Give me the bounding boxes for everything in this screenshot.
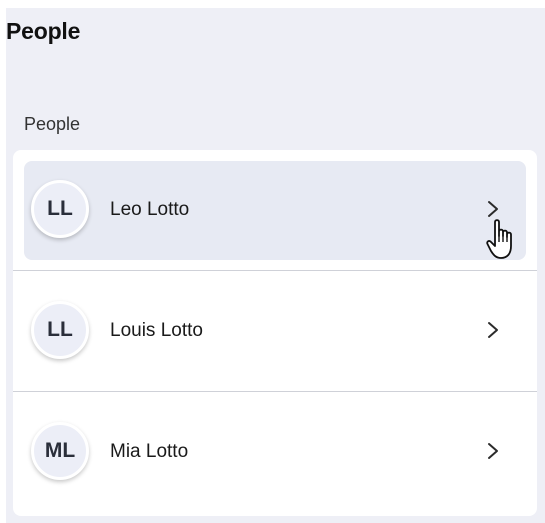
person-name: Leo Lotto xyxy=(110,199,190,220)
person-name: Louis Lotto xyxy=(110,320,203,341)
list-item-mia-lotto[interactable]: ML Mia Lotto xyxy=(13,392,537,512)
section-label: People xyxy=(24,114,81,134)
chevron-right-icon xyxy=(488,322,498,338)
chevron-right-icon xyxy=(488,201,498,217)
person-name: Mia Lotto xyxy=(110,441,189,462)
avatar: ML xyxy=(31,422,89,480)
page-title: People xyxy=(6,18,81,44)
list-item-louis-lotto[interactable]: LL Louis Lotto xyxy=(13,271,537,391)
chevron-right-icon xyxy=(488,443,498,459)
avatar: LL xyxy=(31,180,89,238)
avatar: LL xyxy=(31,301,89,359)
people-list: LL Leo Lotto LL Louis Lotto ML Mia Lotto xyxy=(13,150,537,516)
list-item-leo-lotto[interactable]: LL Leo Lotto xyxy=(13,150,537,270)
row-hover-highlight xyxy=(24,161,526,260)
